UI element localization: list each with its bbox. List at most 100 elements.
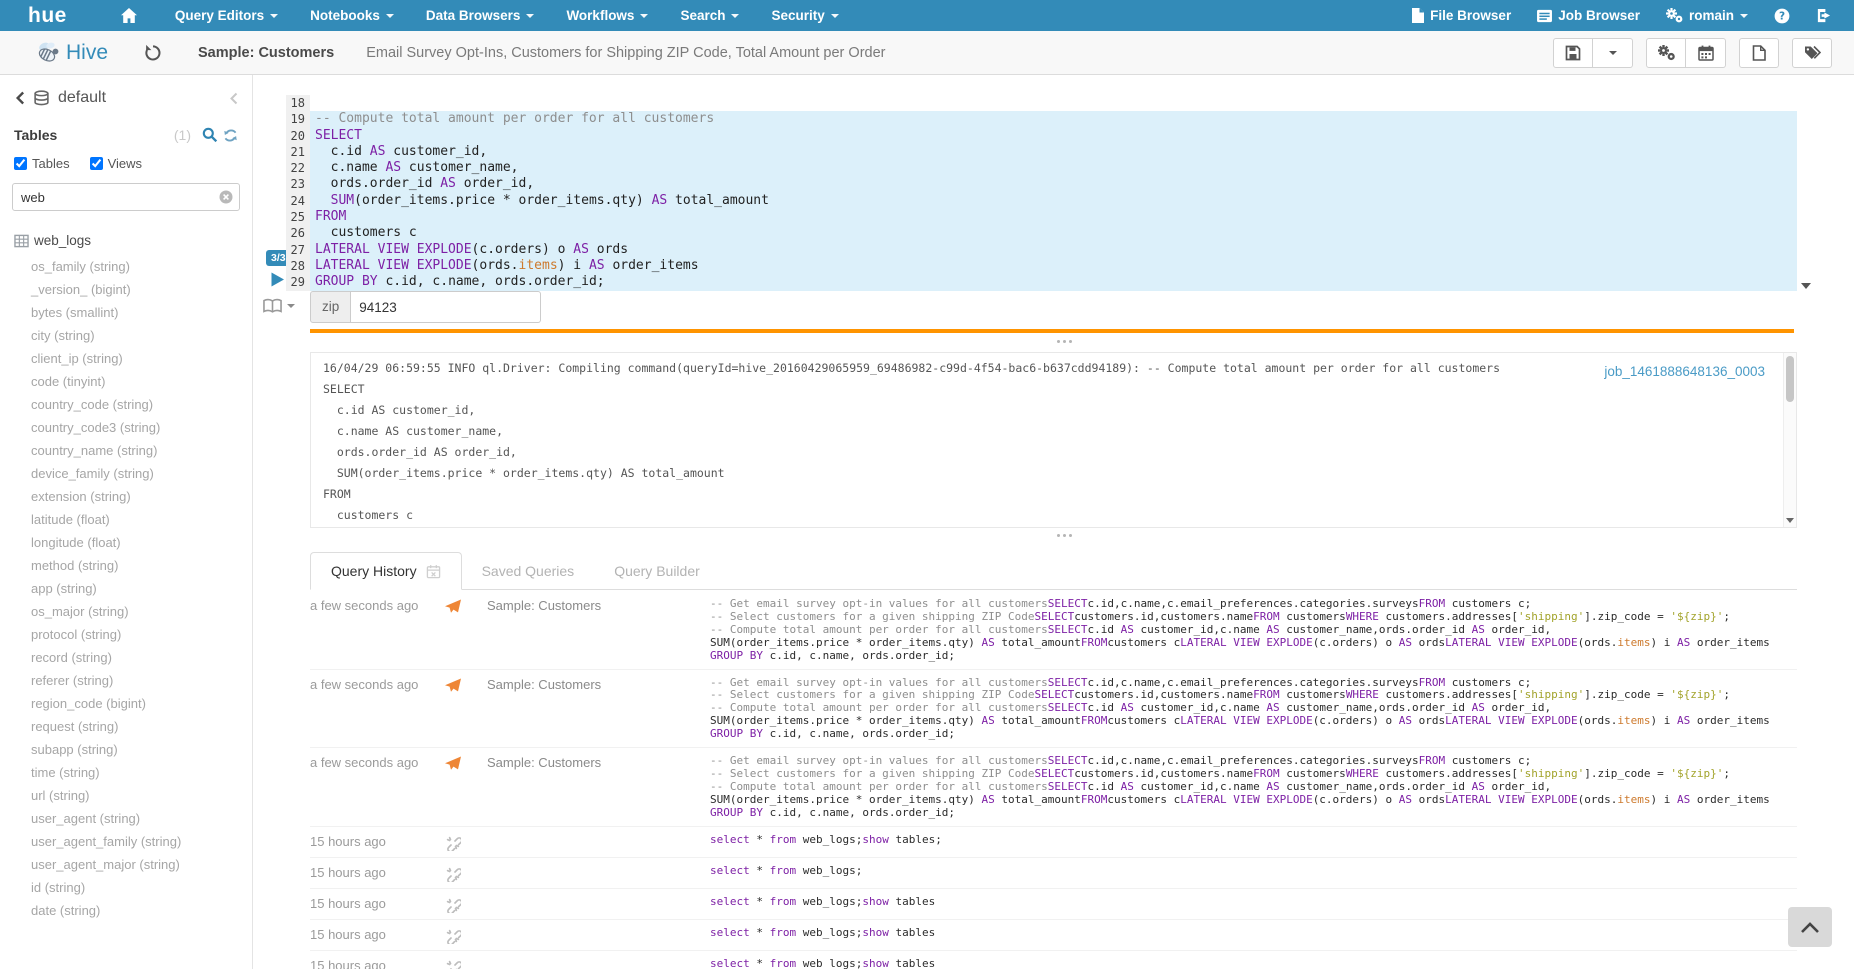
- editor-line[interactable]: 18: [286, 95, 1797, 111]
- table-filter-input[interactable]: [12, 183, 240, 211]
- column-item[interactable]: record (string): [14, 646, 238, 669]
- editor-line[interactable]: 26 customers c: [286, 225, 1797, 241]
- history-row[interactable]: 15 hours agoselect * from web_logs;: [310, 858, 1797, 889]
- variables-button[interactable]: [262, 298, 295, 314]
- views-checkbox-input[interactable]: [90, 157, 103, 170]
- hue-logo[interactable]: hue: [28, 4, 67, 28]
- column-item[interactable]: _version_ (bigint): [14, 278, 238, 301]
- hive-app-title: Hive: [34, 39, 108, 66]
- column-item[interactable]: user_agent_major (string): [14, 853, 238, 876]
- file-browser-button[interactable]: File Browser: [1399, 0, 1524, 31]
- tab-query-builder[interactable]: Query Builder: [594, 553, 720, 589]
- tags-button[interactable]: [1792, 38, 1832, 68]
- column-item[interactable]: time (string): [14, 761, 238, 784]
- column-item[interactable]: os_major (string): [14, 600, 238, 623]
- history-row[interactable]: 15 hours agoselect * from web_logs;show …: [310, 827, 1797, 858]
- editor-line[interactable]: 28LATERAL VIEW EXPLODE(ords.items) i AS …: [286, 258, 1797, 274]
- column-item[interactable]: country_code3 (string): [14, 416, 238, 439]
- history-row[interactable]: 15 hours agoselect * from web_logs;show …: [310, 920, 1797, 951]
- zip-parameter-input[interactable]: [351, 291, 541, 323]
- column-item[interactable]: region_code (bigint): [14, 692, 238, 715]
- history-row[interactable]: a few seconds agoSample: Customers-- Get…: [310, 670, 1797, 749]
- editor-line[interactable]: 24 SUM(order_items.price * order_items.q…: [286, 193, 1797, 209]
- editor-line[interactable]: 19-- Compute total amount per order for …: [286, 111, 1797, 127]
- sql-editor[interactable]: 1819-- Compute total amount per order fo…: [286, 95, 1797, 291]
- scrollbar-thumb[interactable]: [1786, 356, 1794, 402]
- history-row[interactable]: 15 hours agoselect * from web_logs;show …: [310, 889, 1797, 920]
- refresh-icon[interactable]: [223, 128, 238, 143]
- column-item[interactable]: url (string): [14, 784, 238, 807]
- column-item[interactable]: os_family (string): [14, 255, 238, 278]
- database-name[interactable]: default: [58, 89, 106, 107]
- calendar-times-icon[interactable]: [426, 564, 441, 579]
- settings-button[interactable]: [1646, 38, 1686, 68]
- menu-notebooks[interactable]: Notebooks: [294, 0, 410, 31]
- new-query-button[interactable]: [1739, 38, 1779, 68]
- editor-line[interactable]: 20SELECT: [286, 128, 1797, 144]
- column-item[interactable]: country_name (string): [14, 439, 238, 462]
- search-icon[interactable]: [202, 127, 218, 143]
- help-button[interactable]: ?: [1761, 0, 1803, 31]
- menu-workflows[interactable]: Workflows: [550, 0, 664, 31]
- menu-security[interactable]: Security: [755, 0, 854, 31]
- column-item[interactable]: method (string): [14, 554, 238, 577]
- column-item[interactable]: city (string): [14, 324, 238, 347]
- column-item[interactable]: subapp (string): [14, 738, 238, 761]
- recent-queries-button[interactable]: [144, 44, 162, 61]
- schedule-button[interactable]: [1686, 38, 1726, 68]
- column-item[interactable]: longitude (float): [14, 531, 238, 554]
- editor-scroll-down-arrow[interactable]: [1801, 283, 1811, 289]
- column-item[interactable]: date (string): [14, 899, 238, 922]
- column-item[interactable]: country_code (string): [14, 393, 238, 416]
- clear-filter-icon[interactable]: [219, 190, 233, 204]
- column-item[interactable]: device_family (string): [14, 462, 238, 485]
- column-item[interactable]: latitude (float): [14, 508, 238, 531]
- editor-line[interactable]: 29GROUP BY c.id, c.name, ords.order_id;: [286, 274, 1797, 290]
- editor-line[interactable]: 25FROM: [286, 209, 1797, 225]
- collapse-sidebar-button[interactable]: [230, 92, 238, 105]
- resize-handle-bottom[interactable]: [1054, 531, 1076, 539]
- back-button[interactable]: [14, 90, 25, 106]
- column-item[interactable]: user_agent (string): [14, 807, 238, 830]
- filter-views-checkbox[interactable]: Views: [90, 156, 142, 171]
- resize-handle-top[interactable]: [1054, 337, 1076, 345]
- column-item[interactable]: referer (string): [14, 669, 238, 692]
- table-item-web-logs[interactable]: web_logs: [14, 233, 238, 248]
- gears-icon: [1666, 8, 1683, 23]
- save-button[interactable]: [1553, 38, 1593, 68]
- history-row[interactable]: a few seconds agoSample: Customers-- Get…: [310, 591, 1797, 670]
- job-browser-button[interactable]: Job Browser: [1524, 0, 1653, 31]
- filter-tables-checkbox[interactable]: Tables: [14, 156, 70, 171]
- menu-query-editors[interactable]: Query Editors: [159, 0, 294, 31]
- user-menu[interactable]: romain: [1653, 0, 1761, 31]
- save-options-button[interactable]: [1593, 38, 1633, 68]
- menu-data-browsers[interactable]: Data Browsers: [410, 0, 551, 31]
- scroll-down-arrow[interactable]: [1786, 518, 1794, 523]
- column-item[interactable]: id (string): [14, 876, 238, 899]
- app-name[interactable]: Hive: [66, 41, 108, 65]
- column-item[interactable]: app (string): [14, 577, 238, 600]
- column-item[interactable]: extension (string): [14, 485, 238, 508]
- tab-query-history[interactable]: Query History: [310, 552, 462, 590]
- tables-checkbox-input[interactable]: [14, 157, 27, 170]
- job-link[interactable]: job_1461888648136_0003: [1595, 362, 1774, 381]
- column-item[interactable]: protocol (string): [14, 623, 238, 646]
- column-item[interactable]: client_ip (string): [14, 347, 238, 370]
- column-item[interactable]: code (tinyint): [14, 370, 238, 393]
- execute-button[interactable]: [269, 271, 286, 288]
- editor-line[interactable]: 21 c.id AS customer_id,: [286, 144, 1797, 160]
- home-button[interactable]: [107, 8, 151, 23]
- editor-line[interactable]: 22 c.name AS customer_name,: [286, 160, 1797, 176]
- history-row[interactable]: a few seconds agoSample: Customers-- Get…: [310, 748, 1797, 827]
- editor-line[interactable]: 27LATERAL VIEW EXPLODE(c.orders) o AS or…: [286, 242, 1797, 258]
- scroll-to-top-button[interactable]: [1788, 907, 1832, 947]
- column-item[interactable]: user_agent_family (string): [14, 830, 238, 853]
- column-item[interactable]: request (string): [14, 715, 238, 738]
- history-row[interactable]: 15 hours agoselect * from web_logs;show …: [310, 951, 1797, 969]
- tab-saved-queries[interactable]: Saved Queries: [462, 553, 595, 589]
- log-scrollbar[interactable]: [1783, 353, 1796, 527]
- editor-line[interactable]: 23 ords.order_id AS order_id,: [286, 176, 1797, 192]
- column-item[interactable]: bytes (smallint): [14, 301, 238, 324]
- sign-out-button[interactable]: [1803, 0, 1844, 31]
- menu-search[interactable]: Search: [664, 0, 755, 31]
